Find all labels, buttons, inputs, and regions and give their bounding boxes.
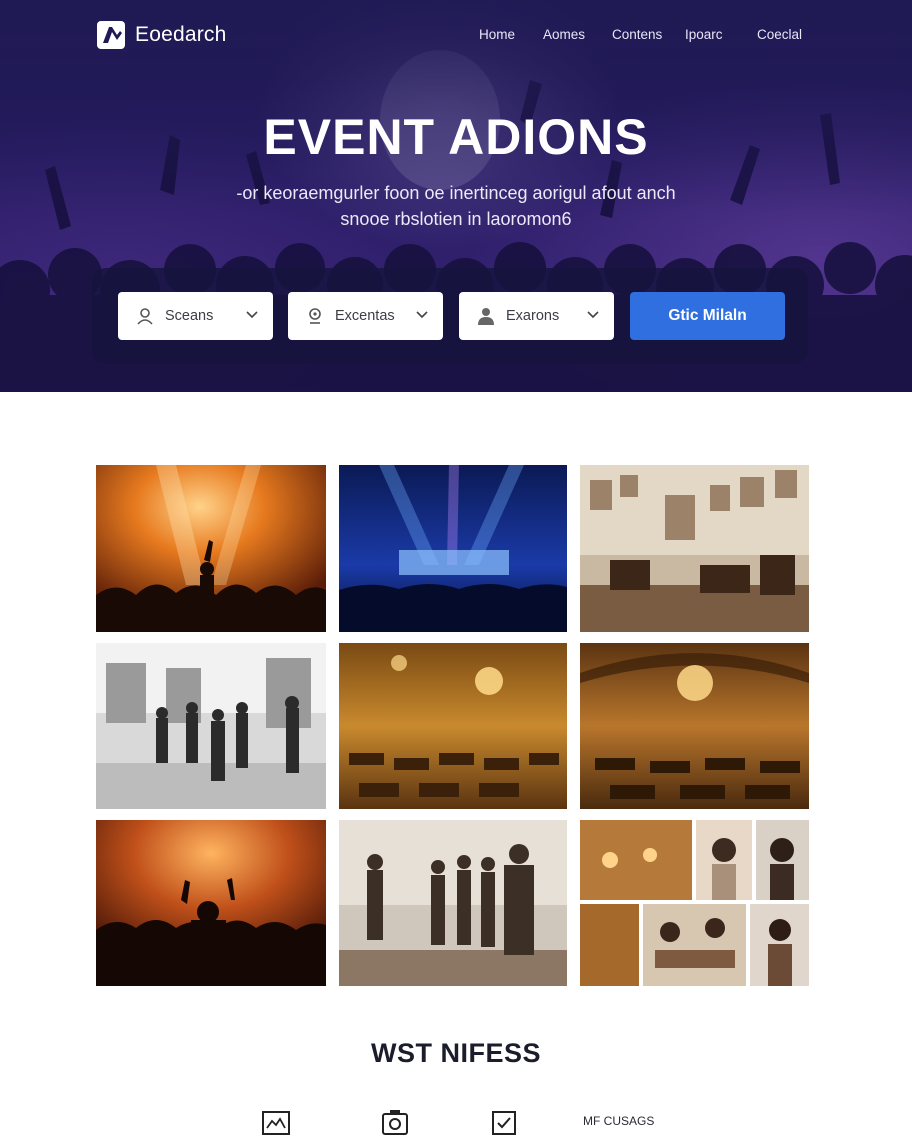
camera-icon[interactable]	[380, 1108, 410, 1136]
chevron-down-icon	[246, 311, 258, 319]
gallery-people-photo	[96, 643, 326, 809]
hero-subtitle-line-2: snooe rbslotien in laoromon6	[340, 209, 572, 229]
concert-blue-stage-photo	[339, 465, 567, 632]
user-icon	[137, 308, 153, 325]
top-navigation: Home Aomes Contens Ipoarc Coeclal	[0, 27, 912, 47]
gallery-tile-gallery-people[interactable]	[96, 643, 326, 809]
vintage-lounge-photo	[580, 465, 809, 632]
nav-link-aomes[interactable]: Aomes	[543, 27, 585, 42]
filter-dropdown-sceans[interactable]: Sceans	[118, 292, 273, 340]
collage-photo	[580, 820, 809, 986]
gallery-tile-golden-ballroom[interactable]	[339, 643, 567, 809]
chevron-down-icon	[587, 311, 599, 319]
location-pin-icon	[309, 308, 321, 324]
gallery-tile-vintage-lounge[interactable]	[580, 465, 809, 632]
fashion-group-photo	[339, 820, 567, 986]
gallery-tile-chandelier-hall[interactable]	[580, 643, 809, 809]
feature-label: MF CUSAGS	[583, 1114, 655, 1128]
chevron-down-icon	[416, 311, 428, 319]
section-title: WST NIFESS	[370, 1038, 541, 1068]
image-frame-icon[interactable]	[261, 1108, 291, 1136]
filter-label: Exarons	[506, 308, 560, 324]
nav-link-coeclal[interactable]: Coeclal	[757, 27, 802, 42]
filter-label: Sceans	[165, 308, 214, 324]
nav-link-ipoarc[interactable]: Ipoarc	[685, 27, 723, 42]
filter-dropdown-exarons[interactable]: Exarons	[459, 292, 614, 340]
gallery-tile-blue-concert[interactable]	[339, 465, 567, 632]
filter-label: Excentas	[335, 308, 395, 324]
chandelier-hall-photo	[580, 643, 809, 809]
gallery-tile-fashion-group[interactable]	[339, 820, 567, 986]
gallery-tile-collage[interactable]	[580, 820, 809, 986]
hero-banner: Eoedarch Home Aomes Contens Ipoarc Coecl…	[0, 0, 912, 392]
filter-dropdown-excentas[interactable]: Excentas	[288, 292, 443, 340]
nav-link-contens[interactable]: Contens	[612, 27, 662, 42]
concert-orange-stage-photo	[96, 465, 326, 632]
gallery-tile-orange-concert[interactable]	[96, 465, 326, 632]
concert-crowd-photo	[96, 820, 326, 986]
gallery-tile-concert-crowd[interactable]	[96, 820, 326, 986]
person-icon	[478, 308, 494, 325]
golden-ballroom-photo	[339, 643, 567, 809]
nav-link-home[interactable]: Home	[479, 27, 515, 42]
checklist-icon[interactable]	[489, 1108, 519, 1136]
hero-title: EVENT ADIONS	[263, 109, 649, 165]
search-button[interactable]: Gtic Milaln	[630, 292, 785, 340]
hero-subtitle-line-1: -or keoraemgurler foon oe inertinceg aor…	[236, 183, 676, 203]
